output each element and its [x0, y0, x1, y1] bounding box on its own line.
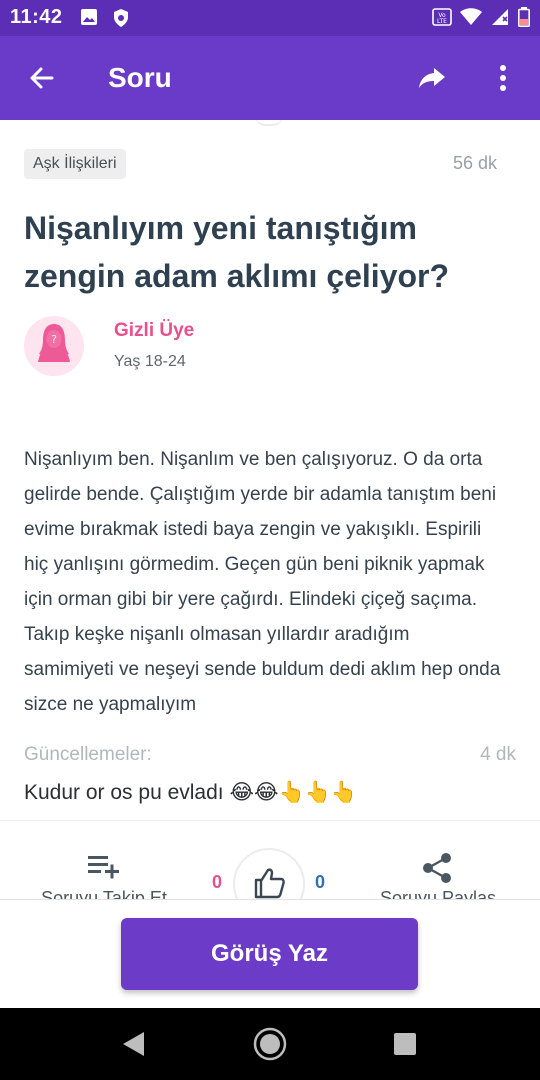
follow-question-button[interactable]: Soruyu Takip Et	[24, 850, 184, 900]
arrow-left-icon	[30, 67, 54, 89]
author-name[interactable]: Gizli Üye	[114, 320, 194, 342]
status-bar: 11:42 Vo LTE	[0, 0, 540, 36]
pull-handle	[254, 120, 284, 126]
system-navigation-bar	[0, 1008, 540, 1080]
question-title: Nişanlıyım yeni tanıştığım zengin adam a…	[24, 210, 450, 294]
status-time: 11:42	[10, 6, 63, 28]
image-icon	[81, 9, 97, 25]
author-age: Yaş 18-24	[114, 353, 186, 370]
nav-home-icon[interactable]	[252, 1026, 288, 1062]
updates-time: 4 dk	[480, 744, 516, 765]
dislike-count: 0	[212, 872, 223, 892]
playlist-add-icon	[88, 856, 119, 879]
like-count: 0	[315, 872, 326, 892]
category-tag[interactable]: Aşk İlişkileri	[24, 149, 126, 179]
volte-icon: Vo LTE	[432, 8, 452, 26]
question-time: 56 dk	[452, 153, 497, 173]
back-button[interactable]	[24, 60, 60, 96]
share-nodes-icon	[423, 853, 451, 883]
like-button[interactable]	[233, 848, 305, 900]
more-vertical-icon	[500, 65, 506, 91]
shield-icon	[114, 9, 128, 27]
share-arrow-icon	[419, 68, 445, 88]
question-content[interactable]: Aşk İlişkileri 56 dk Nişanlıyım yeni tan…	[0, 120, 540, 900]
bottom-action-bar: Görüş Yaz	[0, 899, 540, 1008]
app-bar: Soru	[0, 36, 540, 120]
question-body: Nişanlıyım ben. Nişanlım ve ben çalışıyo…	[24, 449, 501, 715]
nav-back-icon[interactable]	[120, 1030, 146, 1058]
updates-label: Güncellemeler:	[24, 744, 152, 765]
battery-icon	[518, 7, 530, 27]
write-opinion-button[interactable]: Görüş Yaz	[121, 918, 418, 990]
page-title: Soru	[108, 62, 172, 93]
update-text: Kudur or os pu evladı 😂😂👆👆👆	[24, 781, 357, 804]
divider	[0, 820, 540, 821]
svg-text:LTE: LTE	[437, 18, 447, 25]
signal-icon	[492, 9, 508, 25]
anonymous-female-avatar-icon: ?	[24, 324, 84, 376]
svg-text:?: ?	[51, 333, 57, 346]
avatar: ?	[24, 316, 84, 376]
share-button[interactable]	[414, 60, 450, 96]
share-question-button[interactable]: Soruyu Paylaş	[358, 850, 518, 900]
thumbs-up-icon	[254, 868, 285, 899]
nav-recent-apps-icon[interactable]	[393, 1032, 417, 1056]
more-options-button[interactable]	[488, 60, 518, 96]
wifi-icon	[460, 8, 482, 25]
